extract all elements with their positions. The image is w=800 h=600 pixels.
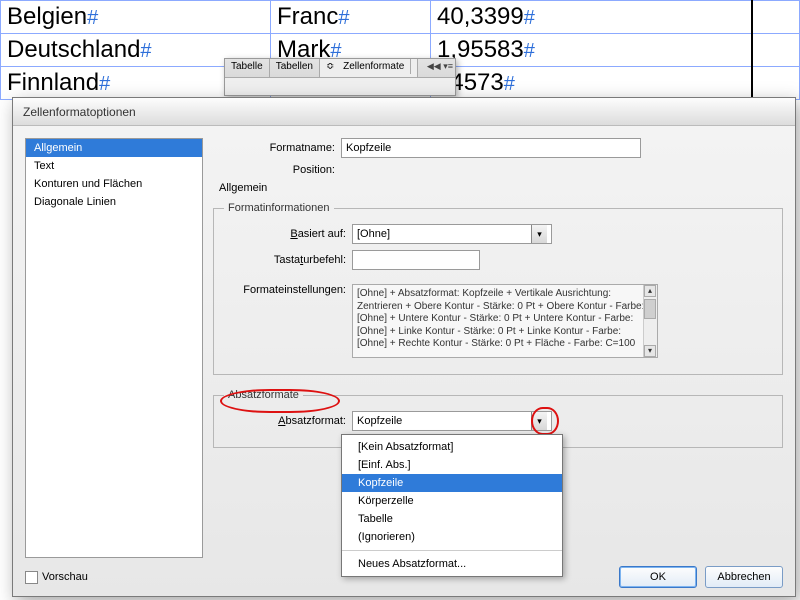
panel-body [225, 77, 455, 95]
sidebar-item-konturen[interactable]: Konturen und Flächen [26, 175, 202, 193]
panel-tab[interactable]: Tabellen [270, 59, 320, 77]
cell-country: Deutschland [7, 36, 140, 63]
formatname-input[interactable] [341, 138, 641, 158]
sidebar-item-text[interactable]: Text [26, 157, 202, 175]
chevron-down-icon: ▾ [531, 225, 547, 243]
zellenformate-panel[interactable]: Tabelle Tabellen ≎ Zellenformate ◀◀ ▾≡ [224, 58, 456, 96]
chevron-down-icon: ▾ [531, 412, 547, 430]
tastaturbefehl-input[interactable] [352, 250, 480, 270]
hash-icon: # [504, 73, 515, 95]
formatinformationen-group: Formatinformationen Basiert auf: [Ohne]▾… [213, 202, 783, 375]
panel-menu-icon[interactable]: ◀◀ ▾≡ [427, 61, 453, 72]
panel-tab-active[interactable]: ≎ Zellenformate [320, 59, 418, 77]
hash-icon: # [524, 40, 535, 62]
absatzformat-select[interactable]: Kopfzeile▾ [352, 411, 552, 431]
group-legend: Absatzformate [224, 389, 303, 401]
dropdown-option-selected[interactable]: Kopfzeile [342, 474, 562, 492]
group-legend: Formatinformationen [224, 202, 334, 214]
dropdown-option[interactable]: (Ignorieren) [342, 528, 562, 546]
absatzformat-label: Absatzformat: [224, 415, 352, 427]
sidebar-item-diagonale[interactable]: Diagonale Linien [26, 193, 202, 211]
section-heading: Allgemein [219, 182, 783, 194]
position-label: Position: [213, 164, 341, 176]
panel-tab[interactable]: Tabelle [225, 59, 270, 77]
cancel-button[interactable]: Abbrechen [705, 566, 783, 588]
formatname-label: Formatname: [213, 142, 341, 154]
vorschau-checkbox[interactable] [25, 571, 38, 584]
dialog-title: Zellenformatoptionen [13, 98, 795, 126]
basiert-auf-select[interactable]: [Ohne]▾ [352, 224, 552, 244]
formateinstellungen-box: [Ohne] + Absatzformat: Kopfzeile + Verti… [352, 284, 658, 358]
vorschau-label: Vorschau [42, 571, 88, 583]
dropdown-option[interactable]: Tabelle [342, 510, 562, 528]
absatzformat-dropdown: [Kein Absatzformat] [Einf. Abs.] Kopfzei… [341, 434, 563, 577]
dropdown-new-option[interactable]: Neues Absatzformat... [342, 555, 562, 573]
dropdown-divider [342, 550, 562, 551]
cell-rate: 40,3399 [437, 3, 524, 30]
hash-icon: # [87, 7, 98, 29]
basiert-auf-label: Basiert auf: [224, 228, 352, 240]
scrollbar[interactable]: ▴ ▾ [643, 285, 657, 357]
scroll-up-icon[interactable]: ▴ [644, 285, 656, 297]
hash-icon: # [99, 73, 110, 95]
scroll-thumb[interactable] [644, 299, 656, 319]
cell-currency: Franc [277, 3, 338, 30]
dropdown-option[interactable]: Körperzelle [342, 492, 562, 510]
cell-country: Belgien [7, 3, 87, 30]
dropdown-option[interactable]: [Kein Absatzformat] [342, 438, 562, 456]
category-sidebar: Allgemein Text Konturen und Flächen Diag… [25, 138, 203, 558]
zellenformatoptionen-dialog: Zellenformatoptionen Allgemein Text Kont… [12, 97, 796, 597]
sidebar-item-allgemein[interactable]: Allgemein [26, 139, 202, 157]
hash-icon: # [140, 40, 151, 62]
ok-button[interactable]: OK [619, 566, 697, 588]
scroll-down-icon[interactable]: ▾ [644, 345, 656, 357]
table-row: Belgien# Franc# 40,3399# [1, 1, 800, 34]
dropdown-option[interactable]: [Einf. Abs.] [342, 456, 562, 474]
cell-country: Finnland [7, 69, 99, 96]
formateinstellungen-label: Formateinstellungen: [224, 284, 352, 296]
hash-icon: # [338, 7, 349, 29]
hash-icon: # [524, 7, 535, 29]
tastaturbefehl-label: Tastaturbefehl: [224, 254, 352, 266]
